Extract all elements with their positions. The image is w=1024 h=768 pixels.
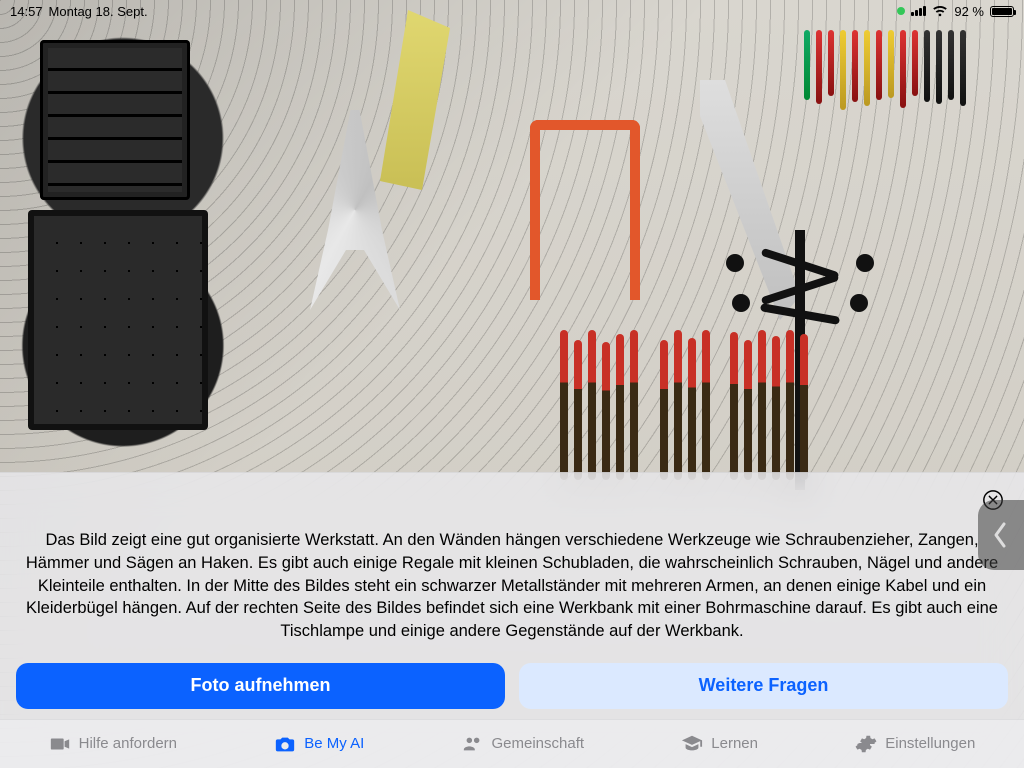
tab-label: Lernen (711, 735, 758, 752)
battery-icon (990, 6, 1014, 17)
photo-detail-hacksaw (530, 120, 640, 300)
result-sheet: Das Bild zeigt eine gut organisierte Wer… (0, 472, 1024, 768)
tab-community[interactable]: Gemeinschaft (462, 733, 585, 755)
cellular-icon (911, 6, 926, 16)
ai-description-text: Das Bild zeigt eine gut organisierte Wer… (0, 473, 1024, 651)
status-right: 92 % (897, 4, 1014, 19)
photo-detail-shears (310, 110, 400, 310)
tab-label: Hilfe anfordern (79, 735, 177, 752)
video-icon (49, 733, 71, 755)
tab-label: Gemeinschaft (492, 735, 585, 752)
photo-detail-handsaw (380, 10, 450, 190)
location-indicator-icon (897, 7, 905, 15)
photo-detail-handle-row (560, 320, 840, 480)
grad-cap-icon (681, 733, 703, 755)
side-app-switcher-handle[interactable] (978, 500, 1024, 570)
status-date: Montag 18. Sept. (49, 4, 148, 19)
status-left: 14:57 Montag 18. Sept. (10, 4, 148, 19)
app-screen: 14:57 Montag 18. Sept. 92 % (0, 0, 1024, 768)
people-icon (462, 733, 484, 755)
photo-detail-screwdriver-rack (804, 30, 984, 120)
photo-detail-drawer-cabinet (40, 40, 190, 200)
more-questions-button[interactable]: Weitere Fragen (519, 663, 1008, 709)
tab-bar: Hilfe anfordern Be My AI Gemeinschaft Le… (0, 719, 1024, 768)
tab-bemyai[interactable]: Be My AI (274, 733, 364, 755)
action-button-row: Foto aufnehmen Weitere Fragen (0, 651, 1024, 719)
gear-icon (855, 733, 877, 755)
photo-detail-parts-bins (28, 210, 208, 430)
status-time: 14:57 (10, 4, 43, 19)
tab-learn[interactable]: Lernen (681, 733, 758, 755)
chevron-left-icon (992, 521, 1010, 549)
take-photo-button[interactable]: Foto aufnehmen (16, 663, 505, 709)
camera-icon (274, 733, 296, 755)
tab-help[interactable]: Hilfe anfordern (49, 733, 177, 755)
status-bar: 14:57 Montag 18. Sept. 92 % (0, 0, 1024, 22)
tab-label: Be My AI (304, 735, 364, 752)
wifi-icon (932, 5, 948, 17)
tab-label: Einstellungen (885, 735, 975, 752)
tab-settings[interactable]: Einstellungen (855, 733, 975, 755)
battery-percent: 92 % (954, 4, 984, 19)
